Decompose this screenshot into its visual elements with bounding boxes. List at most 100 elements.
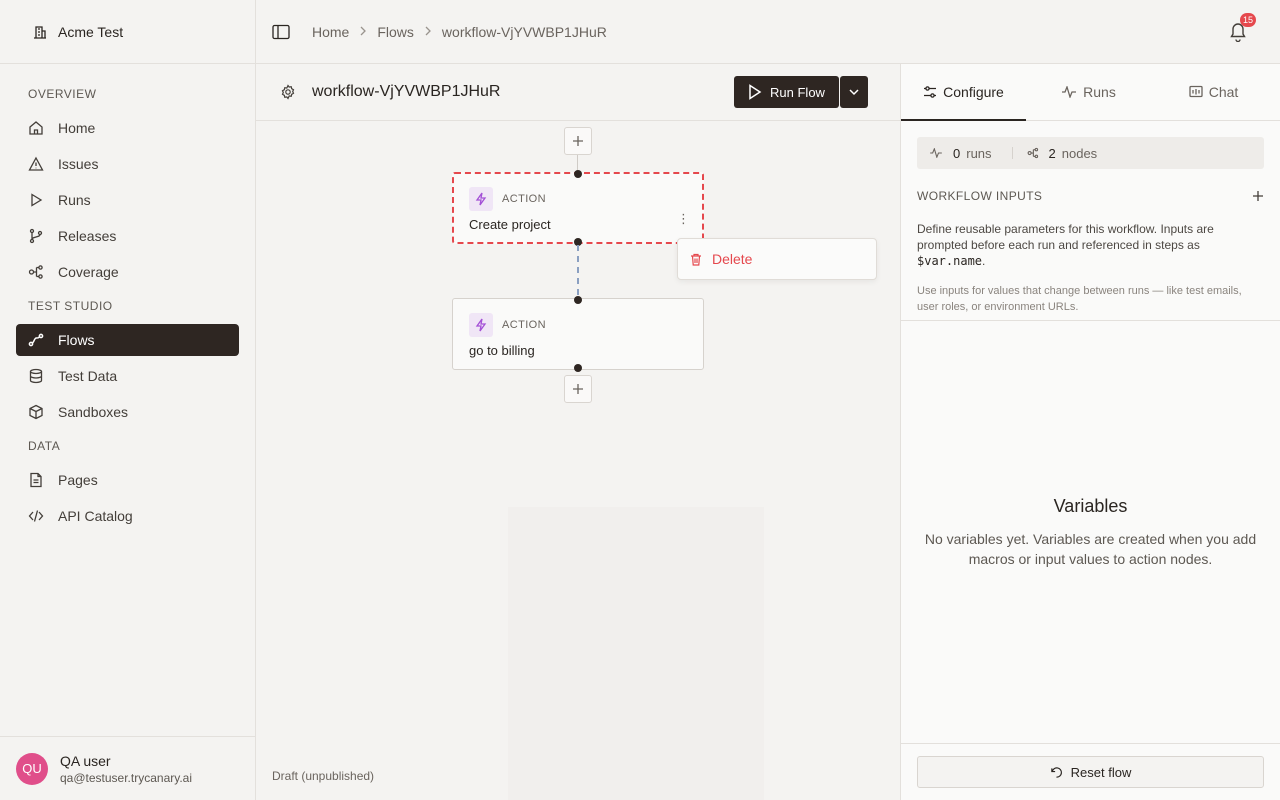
breadcrumb-home[interactable]: Home	[312, 24, 349, 40]
nodes-count: 2	[1048, 145, 1056, 161]
nav-section-overview: OVERVIEW Home Issues Runs Releases Cover…	[0, 76, 255, 288]
flow-icon	[28, 333, 44, 347]
flow-toolbar: workflow-VjYVWBP1JHuR Run Flow	[256, 64, 900, 121]
sidebar-item-label: Pages	[58, 472, 98, 488]
notification-badge: 15	[1239, 13, 1256, 27]
sliders-icon	[924, 86, 937, 98]
sidebar-item-label: Coverage	[58, 264, 119, 280]
sidebar-toggle-icon[interactable]	[272, 24, 290, 40]
node-type: ACTION	[502, 319, 546, 331]
breadcrumb-current: workflow-VjYVWBP1JHuR	[441, 23, 607, 40]
top-bar: Home Flows workflow-VjYVWBP1JHuR 15	[256, 0, 1280, 64]
variables-title: Variables	[1053, 496, 1128, 516]
add-node-button-top[interactable]	[564, 127, 592, 155]
run-options-dropdown[interactable]	[840, 76, 868, 108]
draft-status: Draft (unpublished)	[272, 769, 375, 783]
chevron-right-icon	[424, 25, 432, 39]
user-info: QA user qa@testuser.trycanary.ai	[60, 753, 192, 785]
sidebar-item-label: Test Data	[58, 368, 118, 384]
sidebar-item-coverage[interactable]: Coverage	[16, 256, 239, 288]
coverage-icon	[28, 265, 43, 279]
sidebar-item-api-catalog[interactable]: API Catalog	[16, 500, 239, 532]
add-node-button-bottom[interactable]	[564, 375, 592, 403]
var-syntax-code: $var.name	[917, 254, 983, 268]
org-name: Acme Test	[58, 23, 124, 40]
avatar: QU	[16, 752, 48, 785]
tab-label: Configure	[943, 84, 1004, 100]
gear-icon[interactable]	[280, 84, 296, 100]
sidebar-item-home[interactable]: Home	[16, 112, 239, 144]
edge-connector	[577, 245, 579, 295]
document-icon	[30, 472, 42, 488]
sidebar-item-label: Runs	[58, 192, 91, 208]
chevron-down-icon	[849, 89, 859, 96]
breadcrumb-flows[interactable]: Flows	[377, 24, 414, 40]
lightning-icon	[469, 313, 493, 337]
divider	[901, 320, 1280, 321]
lightning-icon	[469, 187, 493, 211]
sidebar-item-label: Releases	[58, 228, 117, 244]
plus-icon[interactable]	[1252, 190, 1264, 202]
sidebar-item-pages[interactable]: Pages	[16, 464, 239, 496]
reset-icon	[1050, 766, 1062, 778]
variables-empty-state: Variables No variables yet. Variables ar…	[901, 496, 1280, 569]
flow-node-go-to-billing[interactable]: ACTION go to billing	[452, 298, 704, 370]
sidebar-item-label: Sandboxes	[58, 404, 129, 420]
sidebar-item-issues[interactable]: Issues	[16, 148, 239, 180]
plus-icon	[573, 136, 583, 146]
reset-flow-button[interactable]: Reset flow	[917, 756, 1264, 788]
activity-icon	[1062, 86, 1077, 98]
description-text: Define reusable parameters for this work…	[917, 222, 1214, 252]
sidebar-item-releases[interactable]: Releases	[16, 220, 239, 252]
tab-runs[interactable]: Runs	[1026, 64, 1151, 120]
node-port-in[interactable]	[574, 296, 582, 304]
node-port-in[interactable]	[574, 170, 582, 178]
variables-description: No variables yet. Variables are created …	[924, 531, 1257, 567]
building-icon	[34, 25, 46, 39]
tab-label: Runs	[1083, 84, 1116, 100]
user-email: qa@testuser.trycanary.ai	[60, 770, 193, 785]
play-icon	[31, 193, 43, 207]
reset-flow-label: Reset flow	[1070, 764, 1132, 780]
node-header: ACTION	[469, 313, 687, 337]
section-label: DATA	[28, 439, 61, 453]
tab-label: Chat	[1208, 84, 1239, 100]
config-panel: Configure Runs Chat 0 runs 2 nodes WORKF…	[900, 64, 1280, 800]
warning-icon	[28, 156, 44, 171]
panel-tabs: Configure Runs Chat	[901, 64, 1280, 121]
sidebar-item-test-data[interactable]: Test Data	[16, 360, 239, 392]
run-flow-button[interactable]: Run Flow	[734, 76, 839, 108]
node-port-out[interactable]	[574, 364, 582, 372]
more-vertical-icon[interactable]: ⋮	[677, 212, 690, 225]
section-label: OVERVIEW	[28, 87, 97, 101]
user-name: QA user	[60, 752, 111, 769]
tab-chat[interactable]: Chat	[1151, 64, 1276, 120]
user-menu[interactable]: QU QA user qa@testuser.trycanary.ai	[0, 736, 255, 800]
org-switcher[interactable]: Acme Test	[0, 0, 255, 64]
tab-configure[interactable]: Configure	[901, 64, 1026, 121]
description-suffix: .	[982, 254, 986, 268]
nodes-label: nodes	[1061, 145, 1098, 161]
breadcrumb: Home Flows workflow-VjYVWBP1JHuR	[312, 24, 607, 40]
sidebar-item-runs[interactable]: Runs	[16, 184, 239, 216]
workflow-inputs-description: Define reusable parameters for this work…	[917, 221, 1264, 269]
sidebar-item-sandboxes[interactable]: Sandboxes	[16, 396, 239, 428]
flow-node-create-project[interactable]: ACTION Create project ⋮	[452, 172, 704, 244]
delete-node-button[interactable]: Delete	[712, 251, 752, 267]
sidebar-item-flows[interactable]: Flows	[16, 324, 239, 356]
chevron-right-icon	[359, 25, 367, 39]
section-label: TEST STUDIO	[28, 299, 113, 313]
panel-footer: Reset flow	[901, 743, 1280, 800]
sidebar-item-label: Issues	[58, 156, 99, 172]
play-icon	[749, 84, 762, 100]
nav-section-data: DATA Pages API Catalog	[0, 428, 255, 532]
stat-divider	[1011, 147, 1013, 159]
notifications-button[interactable]: 15	[1228, 13, 1256, 43]
node-label: Create project	[469, 217, 551, 232]
node-label: go to billing	[469, 343, 535, 358]
flow-canvas[interactable]: ACTION Create project ⋮ ACTION go to bil…	[256, 121, 900, 800]
sidebar: Acme Test OVERVIEW Home Issues Runs Rele…	[0, 0, 256, 800]
workflow-inputs-title: WORKFLOW INPUTS	[917, 189, 1043, 203]
nodes-icon	[1027, 147, 1038, 159]
sidebar-item-label: Flows	[58, 332, 95, 348]
